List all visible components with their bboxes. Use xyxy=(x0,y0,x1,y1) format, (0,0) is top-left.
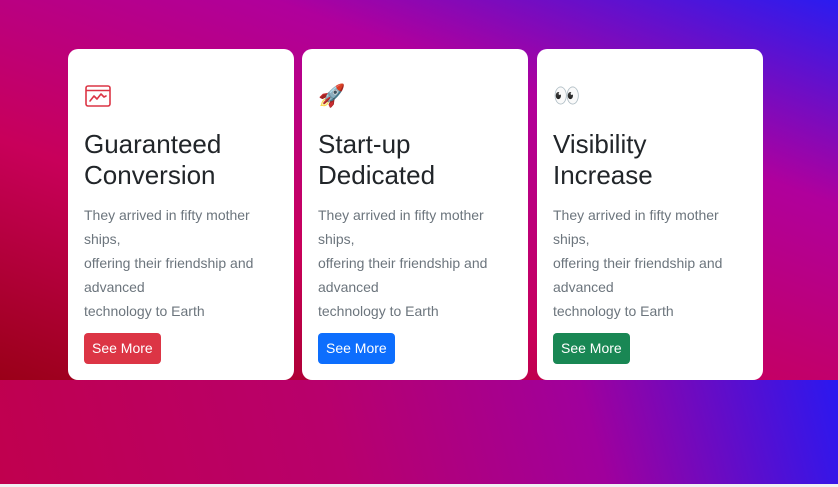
card-title-line-2: Conversion xyxy=(84,160,216,190)
card-description-line: They arrived in fifty mother xyxy=(553,207,719,223)
card-description: They arrived in fifty mother ships, offe… xyxy=(553,203,747,323)
card-description-line: offering their friendship and xyxy=(553,255,723,271)
feature-card-startup: 🚀 Start-up Dedicated They arrived in fif… xyxy=(302,49,528,380)
card-title: Start-up Dedicated xyxy=(318,129,508,191)
card-description-line: advanced xyxy=(553,279,614,295)
page: Guaranteed Conversion They arrived in fi… xyxy=(0,0,838,487)
card-description-line: ships, xyxy=(553,231,590,247)
card-description-line: technology to Earth xyxy=(318,303,439,319)
see-more-button[interactable]: See More xyxy=(553,333,630,364)
card-description-line: They arrived in fifty mother xyxy=(84,207,250,223)
card-description: They arrived in fifty mother ships, offe… xyxy=(318,203,512,323)
feature-card-conversion: Guaranteed Conversion They arrived in fi… xyxy=(68,49,294,380)
card-description-line: offering their friendship and xyxy=(318,255,488,271)
see-more-button[interactable]: See More xyxy=(318,333,395,364)
see-more-button[interactable]: See More xyxy=(84,333,161,364)
card-description-line: ships, xyxy=(318,231,355,247)
card-title: Guaranteed Conversion xyxy=(84,129,274,191)
card-description-line: offering their friendship and xyxy=(84,255,254,271)
rocket-icon: 🚀 xyxy=(318,83,512,109)
card-title-line-2: Dedicated xyxy=(318,160,436,190)
eyes-emoji: 👀 xyxy=(553,83,581,108)
rocket-emoji: 🚀 xyxy=(318,83,346,108)
chart-window-icon xyxy=(84,83,278,109)
card-description-line: advanced xyxy=(84,279,145,295)
card-title-line-2: Increase xyxy=(553,160,653,190)
hero-footer-band xyxy=(0,380,838,484)
card-title-line-1: Start-up xyxy=(318,129,411,159)
feature-card-visibility: 👀 Visibility Increase They arrived in fi… xyxy=(537,49,763,380)
card-description-line: ships, xyxy=(84,231,121,247)
card-title: Visibility Increase xyxy=(553,129,743,191)
card-title-line-1: Visibility xyxy=(553,129,647,159)
eyes-icon: 👀 xyxy=(553,83,747,109)
card-title-line-1: Guaranteed xyxy=(84,129,222,159)
card-description: They arrived in fifty mother ships, offe… xyxy=(84,203,278,323)
card-description-line: advanced xyxy=(318,279,379,295)
card-description-line: They arrived in fifty mother xyxy=(318,207,484,223)
card-description-line: technology to Earth xyxy=(553,303,674,319)
card-description-line: technology to Earth xyxy=(84,303,205,319)
